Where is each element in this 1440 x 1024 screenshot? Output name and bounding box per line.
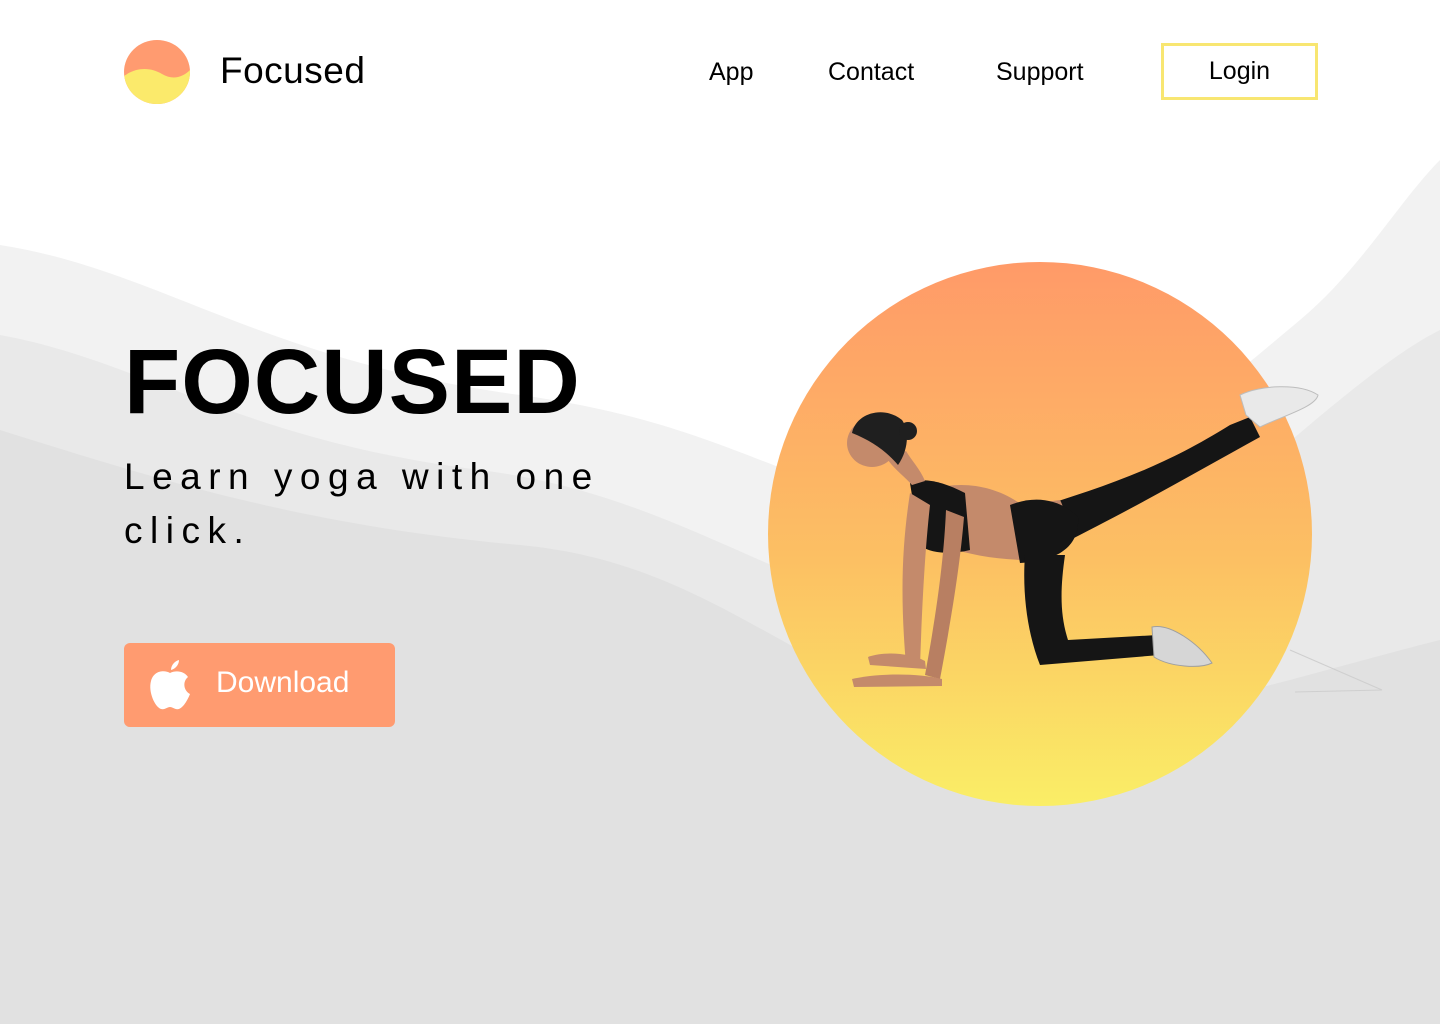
login-button[interactable]: Login [1161, 43, 1318, 100]
brand-name[interactable]: Focused [220, 50, 365, 92]
hero-title: FOCUSED [124, 331, 581, 433]
site-header: Focused App Contact Support Login [0, 0, 1440, 140]
download-button-label: Download [216, 666, 350, 699]
apple-icon [150, 660, 190, 710]
nav-link-app[interactable]: App [709, 58, 753, 87]
yoga-pose-illustration [768, 262, 1383, 806]
login-button-label: Login [1208, 57, 1271, 85]
nav-link-contact[interactable]: Contact [828, 58, 914, 87]
nav-link-support[interactable]: Support [996, 58, 1084, 87]
download-button[interactable]: Download [124, 643, 395, 727]
hero-subtitle: Learn yoga with one click. [124, 456, 600, 551]
logo-icon[interactable] [124, 40, 190, 104]
